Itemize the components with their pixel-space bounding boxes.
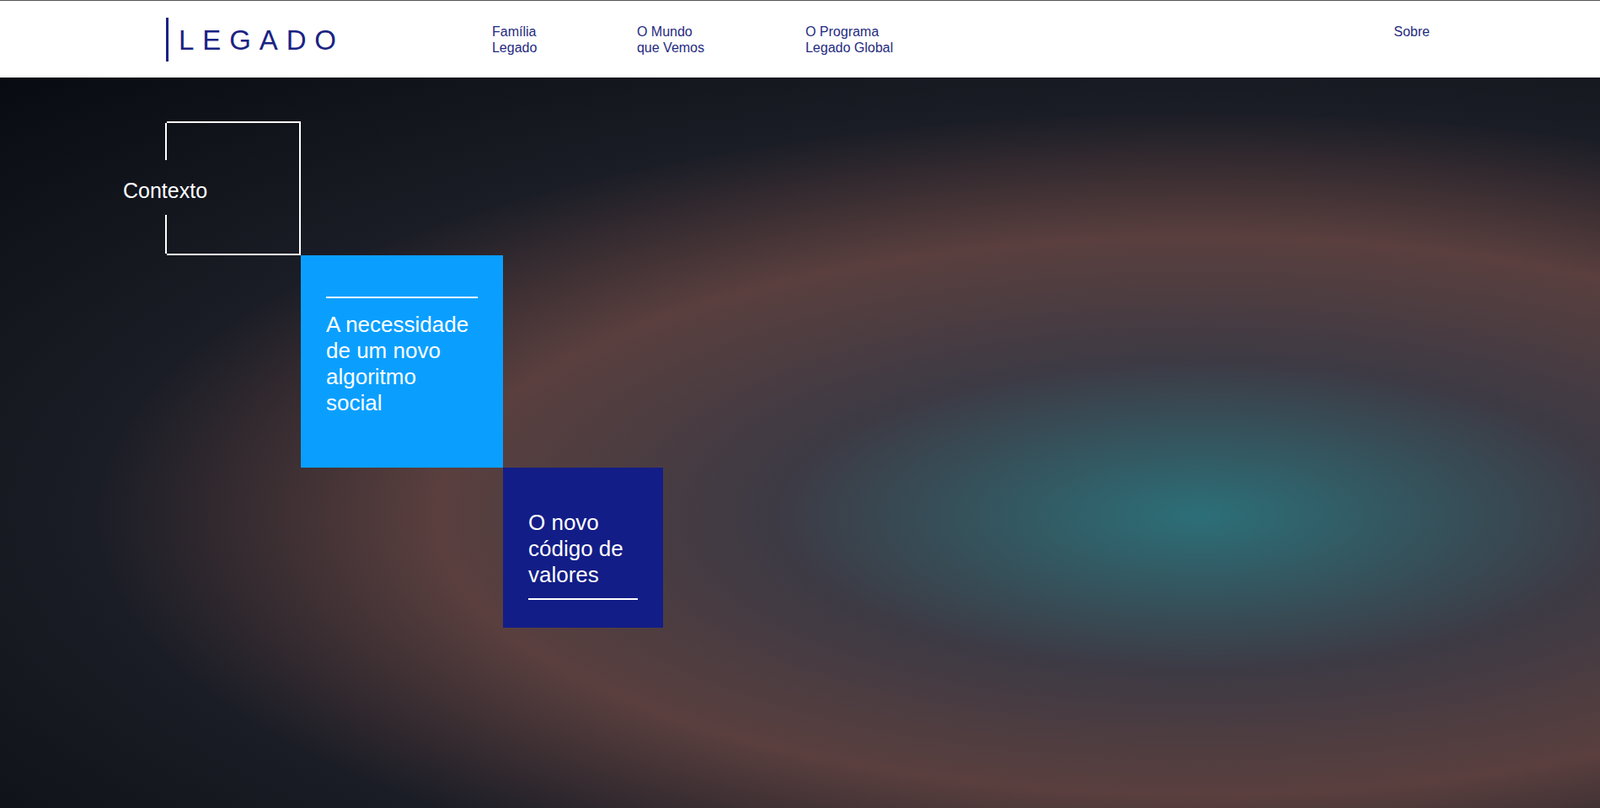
- nav-item[interactable]: O ProgramaLegado Global: [805, 23, 949, 56]
- box-left-edge-bottom: [165, 214, 167, 254]
- logo[interactable]: LEGADO: [165, 17, 345, 62]
- card[interactable]: A necessidade de um novo algoritmo socia…: [300, 255, 504, 468]
- top-bar: LEGADO FamíliaLegado O Mundoque Vemos O Pro…: [0, 0, 1600, 78]
- page: LEGADO FamíliaLegado O Mundoque Vemos O Pro…: [0, 0, 1600, 808]
- card-rule: [528, 598, 638, 600]
- hero: ContextoA necessidade de um novo algorit…: [0, 77, 1600, 808]
- box-left-edge-top: [165, 123, 167, 161]
- nav-item[interactable]: O Mundoque Vemos: [636, 23, 781, 56]
- main-nav: FamíliaLegado O Mundoque Vemos O ProgramaL…: [492, 23, 949, 56]
- section-label: Contexto: [123, 178, 208, 203]
- logo-bar-icon: [165, 17, 169, 62]
- nav-item[interactable]: FamíliaLegado: [492, 23, 612, 56]
- about-link[interactable]: Sobre: [1393, 23, 1430, 40]
- card[interactable]: O novo código de valores: [503, 467, 664, 628]
- section-label-box: Contexto: [166, 121, 301, 256]
- card-rule: [326, 296, 478, 299]
